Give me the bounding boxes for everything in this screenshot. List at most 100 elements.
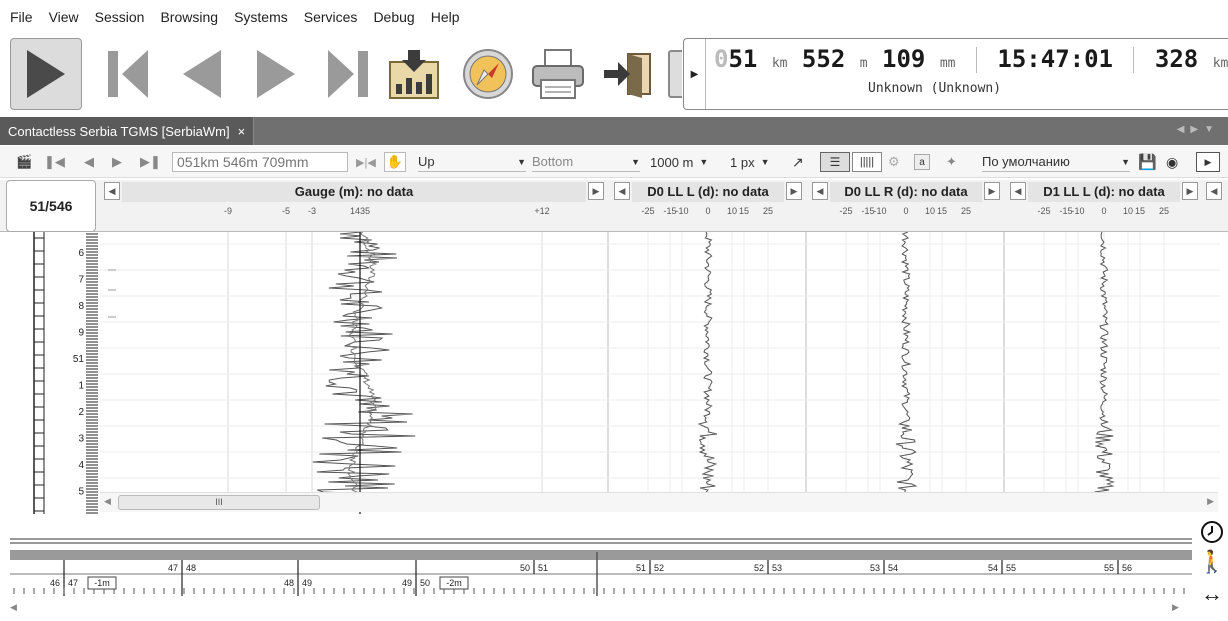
km-label: 47 <box>68 578 78 588</box>
chevron-left-icon[interactable]: ◀ <box>614 182 630 200</box>
pixel-select[interactable]: 1 px ▼ <box>730 152 770 172</box>
horizontal-arrows-icon[interactable]: ↔ <box>1200 581 1224 606</box>
download-chart-icon <box>389 50 439 99</box>
scroll-left-icon[interactable]: ◀ <box>104 496 111 507</box>
pointer-icon[interactable]: ✦ <box>946 152 957 172</box>
print-button[interactable] <box>522 38 594 110</box>
camera-icon[interactable]: 🎬 <box>16 152 32 172</box>
prev-icon[interactable]: ◀ <box>84 152 94 172</box>
menu-debug[interactable]: Debug <box>373 9 414 25</box>
scale-select[interactable]: 1000 m ▼ <box>650 152 708 172</box>
chevron-right-icon[interactable]: ▶ <box>984 182 1000 200</box>
menu-services[interactable]: Services <box>304 9 358 25</box>
triangle-right-icon: ▶ <box>690 68 699 80</box>
tab-close-icon[interactable]: × <box>238 124 246 139</box>
record-icon[interactable]: ◉ <box>1166 152 1178 172</box>
chevron-left-icon[interactable]: ◀ <box>1206 182 1222 200</box>
curve-icon[interactable]: ↗ <box>792 152 804 172</box>
chevron-left-icon[interactable]: ◀ <box>104 182 120 200</box>
columns-view-icon[interactable]: ||||| <box>852 152 882 172</box>
skip-forward-button[interactable] <box>312 38 384 110</box>
ruler-label: 6 <box>78 248 84 259</box>
printer-icon <box>532 49 584 99</box>
rows-view-icon[interactable]: ☰ <box>820 152 850 172</box>
position-input[interactable] <box>172 152 348 172</box>
scroll-right-icon[interactable]: ▶ <box>1207 496 1214 507</box>
tab-bar: Contactless Serbia TGMS [SerbiaWm] × ◀▶▼ <box>0 117 1228 145</box>
km-label: 50 <box>420 578 430 588</box>
label-icon[interactable]: a <box>914 154 930 170</box>
tick-label: 1435 <box>349 206 371 216</box>
mm-unit: mm <box>939 56 956 71</box>
tick-label: 10 <box>726 206 738 216</box>
chevron-left-icon[interactable]: ◀ <box>1010 182 1026 200</box>
chevron-down-icon: ▼ <box>1121 156 1130 167</box>
scroll-thumb[interactable]: III <box>118 495 320 510</box>
track-chart: 6 7 8 9 51 1 2 3 4 5 <box>33 231 1220 514</box>
menu-file[interactable]: File <box>10 9 33 25</box>
tick-label: 10 <box>1122 206 1134 216</box>
scroll-left-icon[interactable]: ◀ <box>10 602 17 612</box>
exit-button[interactable] <box>592 38 664 110</box>
chevron-left-icon[interactable]: ◀ <box>812 182 828 200</box>
step-forward-button[interactable] <box>240 38 312 110</box>
horizontal-scrollbar[interactable]: ◀ III ▶ <box>100 492 1218 512</box>
last-icon[interactable]: ▶❚ <box>140 152 161 172</box>
km-label: 55 <box>1104 563 1114 573</box>
tab-scroll-icons[interactable]: ◀▶▼ <box>1177 124 1220 135</box>
chevron-down-icon: ▼ <box>699 157 709 167</box>
alignment-select[interactable]: Bottom ▼ <box>532 152 640 172</box>
clock-icon[interactable] <box>1200 520 1224 544</box>
play-icon <box>27 50 65 98</box>
compass-button[interactable] <box>452 38 524 110</box>
play-button[interactable] <box>10 38 82 110</box>
scroll-right-icon[interactable]: ▶ <box>1172 602 1179 612</box>
info-toggle-button[interactable]: ▶ <box>684 39 706 109</box>
chevron-right-icon[interactable]: ▶ <box>1182 182 1198 200</box>
status-text: Unknown (Unknown) <box>868 81 1002 96</box>
tab-session[interactable]: Contactless Serbia TGMS [SerbiaWm] × <box>0 117 255 145</box>
tick-label: -3 <box>307 206 317 216</box>
km-value: 51 <box>728 45 758 73</box>
menu-browsing[interactable]: Browsing <box>160 9 218 25</box>
step-back-button[interactable] <box>166 38 238 110</box>
tick-label: 15 <box>738 206 750 216</box>
tick-label: 10 <box>924 206 936 216</box>
km-label: 53 <box>772 563 782 573</box>
download-data-button[interactable] <box>378 38 450 110</box>
d0-ll-l-panel-title: D0 LL L (d): no data <box>632 182 784 202</box>
menu-session[interactable]: Session <box>95 9 145 25</box>
chevron-right-icon[interactable]: ▶ <box>786 182 802 200</box>
first-icon[interactable]: ❚◀ <box>44 152 65 172</box>
go-to-position-icon[interactable]: ▶|◀ <box>356 152 376 172</box>
next-icon[interactable]: ▶ <box>112 152 122 172</box>
ruler-label: 3 <box>78 434 84 445</box>
km-track-area: 47 48 50 51 51 52 52 53 53 54 54 55 55 56 46 47 48 49 49 50… <box>0 514 1228 621</box>
save-icon[interactable]: 💾 <box>1138 152 1157 172</box>
menu-view[interactable]: View <box>49 9 79 25</box>
step-back-icon <box>183 50 221 98</box>
km-label: 54 <box>988 563 998 573</box>
walking-person-icon[interactable]: 🚶 <box>1198 549 1225 574</box>
km-label: 52 <box>754 563 764 573</box>
tick-label: -10 <box>1071 206 1085 216</box>
d0-ll-l-panel-header: ◀ D0 LL L (d): no data ▶ -25 -15 -10 0 1… <box>610 180 806 232</box>
direction-select[interactable]: Up ▼ <box>418 152 526 172</box>
km-label: 48 <box>284 578 294 588</box>
tick-label: -10 <box>675 206 689 216</box>
pixel-value: 1 px <box>730 154 755 170</box>
traces <box>312 231 1115 514</box>
menu-help[interactable]: Help <box>431 9 460 25</box>
tick-label: 0 <box>903 206 909 216</box>
tick-label: 15 <box>1134 206 1146 216</box>
cursor-icon[interactable]: ✋ <box>384 152 406 172</box>
skip-back-button[interactable] <box>92 38 164 110</box>
preset-select[interactable]: По умолчанию ▼ <box>982 152 1130 172</box>
settings-gear-icon[interactable]: ⚙ <box>888 152 900 172</box>
km-prefix: 0 <box>714 45 729 73</box>
more-tools-icon[interactable] <box>668 50 682 98</box>
chevron-right-icon[interactable]: ▶ <box>588 182 604 200</box>
panel-header-row: 51/546 ◀ Gauge (m): no data ▶ -9 -5 -3 1… <box>0 180 1228 232</box>
menu-systems[interactable]: Systems <box>234 9 288 25</box>
expand-toolbar-icon[interactable]: ▶ <box>1196 152 1220 172</box>
